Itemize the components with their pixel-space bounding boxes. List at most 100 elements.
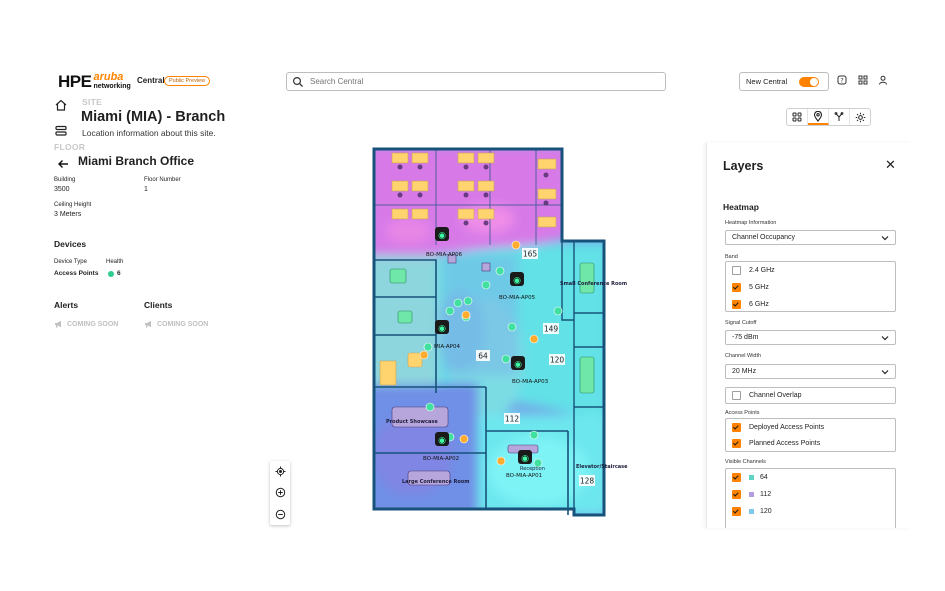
planned-ap-option[interactable]: Planned Access Points [726, 435, 895, 451]
device-row-type[interactable]: Access Points [54, 270, 98, 277]
visible-channels-options: 64 112 120 [725, 468, 896, 528]
zoom-out-icon[interactable] [275, 509, 286, 520]
access-points-options: Deployed Access Points Planned Access Po… [725, 418, 896, 452]
svg-text:◉: ◉ [521, 454, 529, 464]
chevron-down-icon [881, 235, 889, 240]
channel-width-select[interactable]: 20 MHz [725, 364, 896, 379]
svg-text:?: ? [840, 77, 843, 85]
map-view-toolbar [786, 108, 871, 126]
building-value: 3500 [54, 186, 70, 193]
layers-title: Layers [723, 159, 764, 173]
signal-cutoff-label: Signal Cutoff [725, 320, 757, 326]
band-options: 2.4 GHz 5 GHz 6 GHz [725, 261, 896, 312]
layers-panel: Layers ✕ Heatmap Heatmap Information Cha… [706, 143, 912, 528]
recenter-icon[interactable] [275, 466, 286, 477]
chevron-down-icon [881, 369, 889, 374]
chevron-down-icon [881, 335, 889, 340]
ceiling-height-value: 3 Meters [54, 211, 82, 218]
close-icon[interactable]: ✕ [885, 157, 896, 173]
svg-text:◉: ◉ [513, 276, 521, 286]
heatmap-info-label: Heatmap Information [725, 220, 777, 226]
brand-logo[interactable]: HPE aruba networking [58, 72, 131, 92]
health-status-dot [108, 271, 114, 277]
ap-label: BO-MIA-AP01 [506, 473, 542, 479]
new-central-switch[interactable]: New Central [739, 72, 829, 91]
search-icon [292, 76, 303, 87]
site-title: Miami (MIA) - Branch [81, 109, 226, 125]
channel-option[interactable]: 64 [726, 469, 895, 486]
svg-text:◉: ◉ [514, 360, 522, 370]
channel-overlap-option[interactable]: Channel Overlap [725, 387, 896, 404]
aruba-wordmark: aruba [93, 71, 124, 83]
help-icon[interactable]: ? [836, 75, 848, 87]
checkbox[interactable] [732, 438, 741, 448]
alerts-status: COMING SOON [54, 320, 118, 328]
channel-tag: 149 [544, 325, 559, 334]
zoom-controls [270, 461, 290, 525]
channel-tag: 128 [580, 477, 595, 486]
new-central-toggle[interactable] [799, 76, 820, 87]
apps-grid-icon[interactable] [857, 75, 869, 87]
clients-title: Clients [144, 300, 173, 310]
checkbox[interactable] [732, 283, 741, 292]
room-label-reception: Reception [520, 466, 545, 472]
channel-option[interactable]: 112 [726, 486, 895, 503]
topology-icon[interactable] [829, 109, 850, 125]
channel-tag: 165 [523, 250, 538, 259]
band-label: Band [725, 254, 738, 260]
heatmap-title: Heatmap [723, 202, 759, 212]
room-label-small-conference: Small Conference Room [560, 281, 627, 287]
access-points-label: Access Points [725, 410, 760, 416]
megaphone-icon [145, 320, 151, 328]
channel-tag: 120 [550, 356, 565, 365]
ap-label: BO-MIA-AP03 [512, 379, 549, 385]
signal-cutoff-select[interactable]: -75 dBm [725, 330, 896, 345]
networking-wordmark: networking [93, 83, 131, 90]
settings-gear-icon[interactable] [850, 109, 870, 125]
band-option[interactable]: 5 GHz [726, 279, 895, 296]
channel-swatch [749, 509, 754, 514]
preview-badge: Public Preview [164, 76, 211, 86]
ap-label: BO-MIA-AP02 [423, 456, 459, 462]
back-arrow-icon[interactable] [57, 156, 69, 174]
location-pin-icon[interactable] [808, 109, 829, 125]
search-input[interactable] [308, 76, 652, 87]
hpe-wordmark: HPE [58, 72, 92, 91]
checkbox[interactable] [732, 422, 741, 432]
ap-label: BO-MIA-AP06 [426, 252, 463, 258]
zoom-in-icon[interactable] [275, 487, 286, 498]
building-label: Building [54, 177, 76, 183]
band-option[interactable]: 6 GHz [726, 296, 895, 313]
checkbox[interactable] [732, 391, 741, 400]
site-description: Location information about this site. [82, 128, 216, 138]
search-box[interactable] [286, 72, 666, 91]
device-row-count: 6 [117, 270, 121, 277]
floor-number-value: 1 [144, 186, 148, 193]
grid-view-icon[interactable] [787, 109, 808, 125]
megaphone-icon [55, 320, 61, 328]
band-option[interactable]: 2.4 GHz [726, 262, 895, 279]
home-icon[interactable] [54, 98, 68, 112]
checkbox[interactable] [732, 473, 741, 482]
channel-option[interactable]: 120 [726, 503, 895, 520]
room-label-product-showcase: Product Showcase [386, 419, 438, 425]
checkbox[interactable] [732, 507, 741, 516]
deployed-ap-option[interactable]: Deployed Access Points [726, 419, 895, 435]
clients-status: COMING SOON [144, 320, 208, 328]
ap-label: BO-MIA-AP05 [499, 295, 536, 301]
channel-swatch [749, 475, 754, 480]
svg-text:◉: ◉ [438, 436, 446, 446]
heatmap-info-select[interactable]: Channel Occupancy [725, 230, 896, 245]
room-label-large-conference: Large Conference Room [402, 479, 469, 485]
health-label: Health [106, 259, 124, 265]
visible-channels-label: Visible Channels [725, 459, 766, 465]
channel-tag: 64 [478, 352, 488, 361]
checkbox[interactable] [732, 300, 741, 309]
checkbox[interactable] [732, 490, 741, 499]
user-icon[interactable] [877, 75, 889, 87]
room-label-elevator: Elevator/Staircase [576, 464, 628, 470]
checkbox[interactable] [732, 266, 741, 275]
channel-width-label: Channel Width [725, 353, 762, 359]
floor-plan-map[interactable]: 165 149 64 120 112 128 Small Conference … [368, 145, 632, 519]
list-menu-icon[interactable] [54, 124, 68, 138]
